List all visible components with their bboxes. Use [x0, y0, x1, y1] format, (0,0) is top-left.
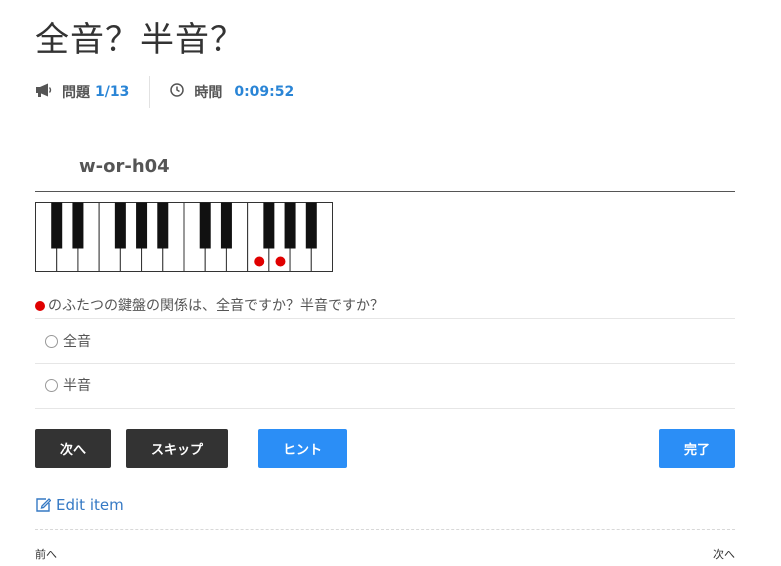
edit-item-link[interactable]: Edit item	[35, 496, 124, 514]
black-key	[136, 202, 148, 249]
divider	[35, 318, 735, 319]
black-key	[114, 202, 126, 249]
question-text: のふたつの鍵盤の関係は、全音ですか？半音ですか？	[35, 295, 384, 315]
black-key	[284, 202, 296, 249]
option-half-tone[interactable]: 半音	[45, 375, 91, 395]
divider	[35, 363, 735, 364]
black-key	[72, 202, 84, 249]
page-title: 全音？半音？	[35, 20, 245, 60]
next-button[interactable]: 次へ	[35, 429, 111, 468]
item-id: w-or-h04	[79, 156, 170, 177]
radio-whole-tone[interactable]	[45, 334, 58, 348]
finish-button[interactable]: 完了	[659, 429, 735, 468]
edit-icon	[36, 498, 51, 512]
megaphone-icon	[35, 83, 52, 101]
footer-divider	[35, 529, 735, 530]
question-counter: 問題 1/13	[35, 82, 129, 102]
piano-keyboard	[35, 202, 335, 276]
time-label: 時間	[194, 85, 223, 101]
option-label: 全音	[63, 334, 91, 350]
black-key	[51, 202, 63, 249]
timer: 時間 0:09:52	[170, 82, 294, 102]
option-whole-tone[interactable]: 全音	[45, 331, 91, 351]
key-marker	[254, 256, 265, 267]
divider	[35, 408, 735, 409]
black-key	[305, 202, 317, 249]
header-rule	[35, 191, 735, 192]
option-label: 半音	[63, 378, 91, 394]
question-label-text: のふたつの鍵盤の関係は、全音ですか？半音ですか？	[48, 298, 384, 314]
black-key	[199, 202, 211, 249]
black-key	[220, 202, 232, 249]
next-link[interactable]: 次へ	[713, 546, 735, 562]
black-key	[263, 202, 275, 249]
black-key	[157, 202, 169, 249]
red-dot-icon	[35, 301, 45, 311]
question-value: 1/13	[95, 84, 130, 100]
key-marker	[275, 256, 286, 267]
prev-link[interactable]: 前へ	[35, 546, 57, 562]
skip-button[interactable]: スキップ	[126, 429, 228, 468]
question-label: 問題	[62, 85, 90, 101]
hint-button[interactable]: ヒント	[258, 429, 347, 468]
radio-half-tone[interactable]	[45, 378, 58, 392]
meta-divider	[149, 76, 151, 108]
edit-item-label: Edit item	[56, 496, 124, 514]
clock-icon	[170, 83, 185, 101]
quiz-meta: 問題 1/13 時間 0:09:52	[35, 76, 294, 108]
time-value: 0:09:52	[234, 84, 295, 100]
